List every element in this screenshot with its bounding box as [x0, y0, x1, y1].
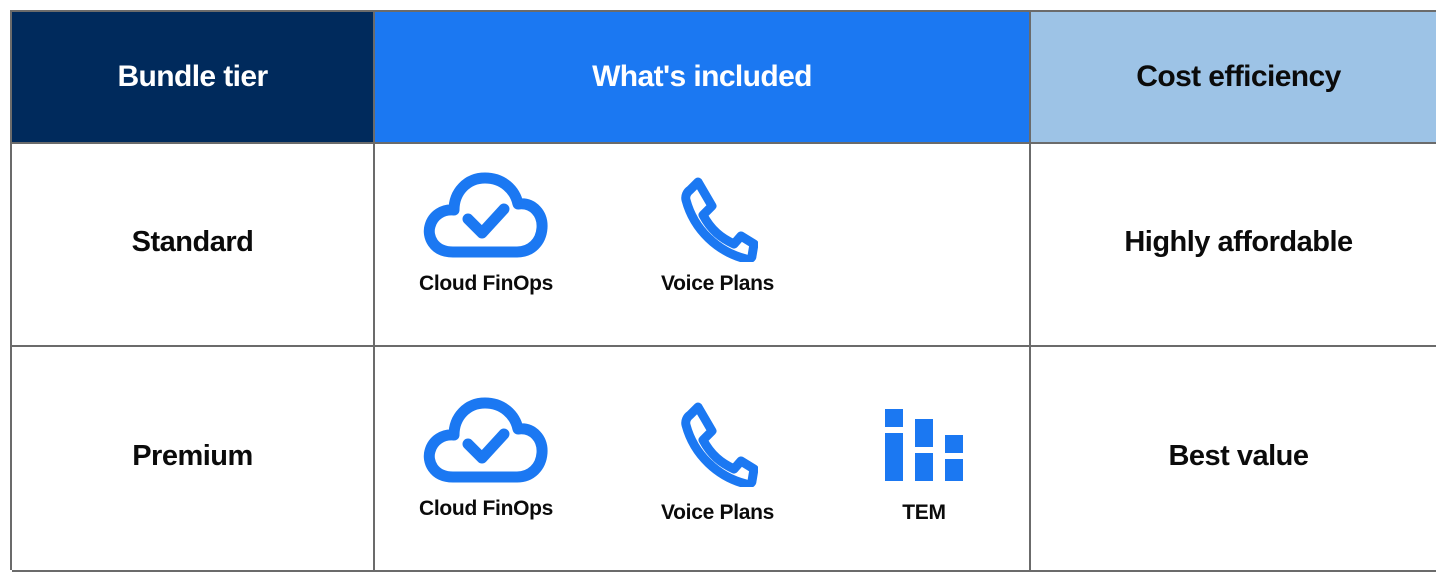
phone-icon — [680, 177, 758, 262]
row-standard-cost: Highly affordable — [1031, 144, 1436, 347]
bundle-comparison-table: Bundle tier What's included Cost efficie… — [10, 10, 1436, 572]
header-cost-efficiency-label: Cost efficiency — [1136, 60, 1341, 93]
feature-tem: TEM — [885, 409, 963, 525]
row-premium-cost: Best value — [1031, 347, 1436, 572]
cloud-check-icon — [423, 397, 548, 483]
header-cost-efficiency: Cost efficiency — [1031, 12, 1436, 144]
cost-efficiency-value: Highly affordable — [1124, 226, 1353, 258]
header-whats-included-label: What's included — [592, 60, 812, 93]
header-bundle-tier: Bundle tier — [12, 12, 375, 144]
feature-label: TEM — [902, 501, 946, 524]
cost-efficiency-value: Best value — [1168, 440, 1309, 472]
row-standard-included: Cloud FinOps Voice Plans — [375, 144, 1031, 347]
bar-grid-icon — [885, 409, 963, 481]
feature-label: Voice Plans — [661, 501, 775, 524]
tier-name: Standard — [131, 226, 254, 258]
phone-icon — [680, 402, 758, 487]
header-bundle-tier-label: Bundle tier — [117, 60, 268, 93]
feature-label: Cloud FinOps — [419, 272, 554, 295]
tier-name: Premium — [132, 440, 253, 472]
feature-voice-plans: Voice Plans — [661, 176, 774, 296]
feature-label: Cloud FinOps — [419, 497, 554, 520]
row-premium-included: Cloud FinOps Voice Plans TEM — [375, 347, 1031, 572]
cloud-check-icon — [423, 172, 548, 258]
feature-voice-plans: Voice Plans — [661, 401, 774, 525]
row-standard-tier: Standard — [12, 144, 375, 347]
row-premium-tier: Premium — [12, 347, 375, 572]
feature-cloud-finops: Cloud FinOps — [419, 172, 553, 296]
header-whats-included: What's included — [375, 12, 1031, 144]
feature-label: Voice Plans — [661, 272, 775, 295]
feature-cloud-finops: Cloud FinOps — [419, 397, 553, 521]
